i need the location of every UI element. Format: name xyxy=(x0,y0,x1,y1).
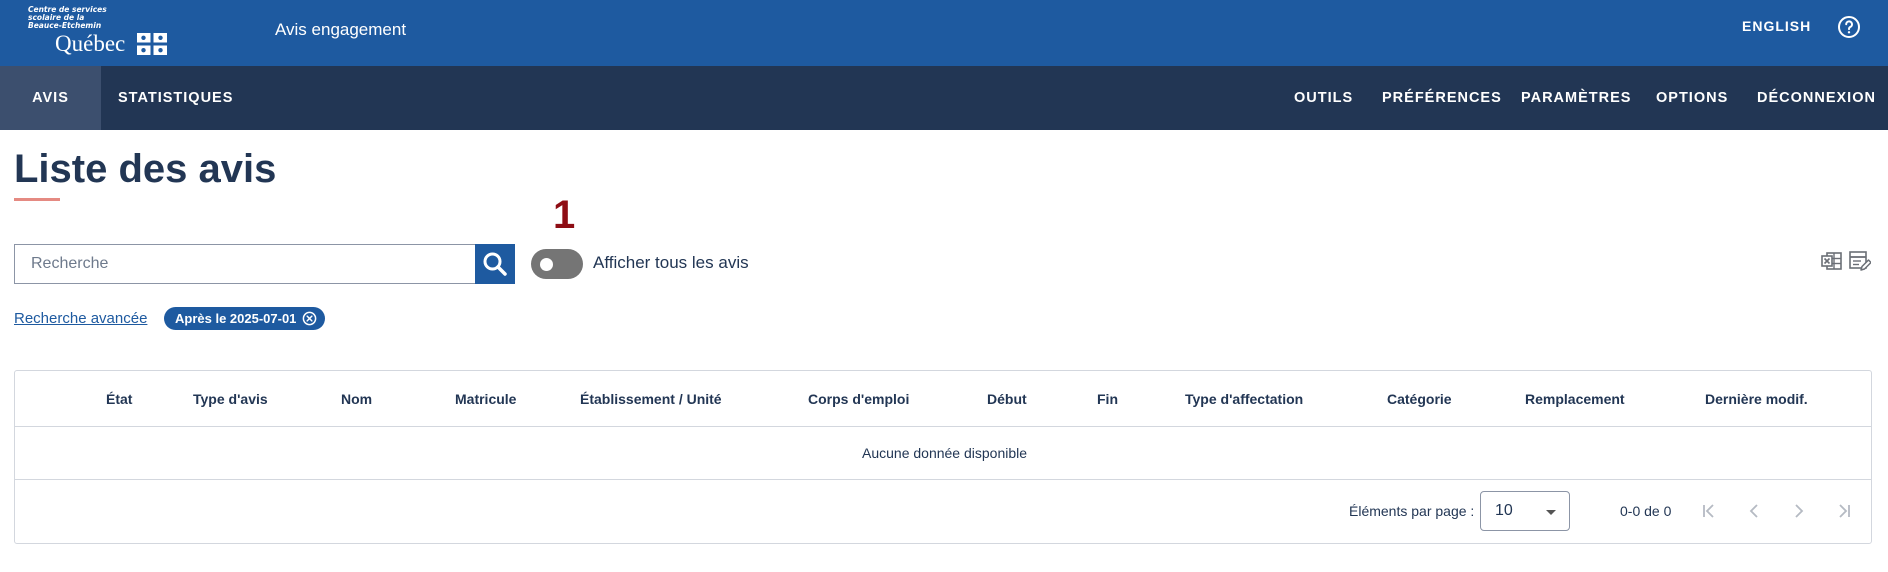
filter-chip: Après le 2025-07-01 xyxy=(164,307,326,330)
column-header-etablissement[interactable]: Établissement / Unité xyxy=(580,391,722,407)
close-circle-icon[interactable] xyxy=(302,311,317,326)
language-toggle-link[interactable]: ENGLISH xyxy=(1742,18,1811,34)
page-title: Liste des avis xyxy=(14,147,277,191)
nav-item-options[interactable]: OPTIONS xyxy=(1656,66,1728,130)
column-header-type-avis[interactable]: Type d'avis xyxy=(193,391,268,407)
column-header-corps-emploi[interactable]: Corps d'emploi xyxy=(808,391,909,407)
excel-export-icon[interactable] xyxy=(1821,250,1843,272)
nav-item-parametres[interactable]: PARAMÈTRES xyxy=(1521,66,1631,130)
edit-columns-icon[interactable] xyxy=(1849,250,1871,272)
step-marker: 1 xyxy=(553,193,576,237)
column-header-categorie[interactable]: Catégorie xyxy=(1387,391,1452,407)
per-page-label: Éléments par page : xyxy=(1349,503,1475,519)
filter-chip-label: Après le 2025-07-01 xyxy=(175,311,297,326)
first-page-icon[interactable] xyxy=(1698,500,1720,522)
page-range: 0-0 de 0 xyxy=(1620,503,1672,519)
title-underline xyxy=(14,198,60,201)
last-page-icon[interactable] xyxy=(1833,500,1855,522)
app-title: Avis engagement xyxy=(275,20,407,39)
column-header-debut[interactable]: Début xyxy=(987,391,1027,407)
quebec-logo[interactable]: Centre de services scolaire de la Beauce… xyxy=(28,6,178,60)
nav-item-preferences[interactable]: PRÉFÉRENCES xyxy=(1382,66,1502,130)
table-row: Aucune donnée disponible xyxy=(15,427,1871,480)
column-header-fin[interactable]: Fin xyxy=(1097,391,1118,407)
column-header-nom[interactable]: Nom xyxy=(341,391,372,407)
table-header: État Type d'avis Nom Matricule Établisse… xyxy=(15,371,1871,427)
column-header-type-affectation[interactable]: Type d'affectation xyxy=(1185,391,1303,407)
top-header: Centre de services scolaire de la Beauce… xyxy=(0,0,1888,66)
paginator: Éléments par page : 10 0-0 de 0 xyxy=(15,480,1871,544)
search-button[interactable] xyxy=(475,244,515,284)
column-header-matricule[interactable]: Matricule xyxy=(455,391,516,407)
per-page-select[interactable]: 10 xyxy=(1480,491,1570,531)
question-circle-icon[interactable] xyxy=(1837,15,1861,39)
column-header-derniere-modif[interactable]: Dernière modif. xyxy=(1705,391,1808,407)
column-header-etat[interactable]: État xyxy=(106,391,132,407)
chevron-down-icon xyxy=(1546,510,1556,515)
logo-quebec-text: Québec xyxy=(55,31,126,56)
previous-page-icon[interactable] xyxy=(1743,500,1765,522)
nav-item-deconnexion[interactable]: DÉCONNEXION xyxy=(1757,66,1876,130)
fleur-de-lys-flag-icon xyxy=(137,33,167,55)
show-all-toggle-label: Afficher tous les avis xyxy=(593,253,749,272)
show-all-toggle[interactable] xyxy=(531,249,583,279)
toggle-knob xyxy=(540,258,553,271)
empty-message: Aucune donnée disponible xyxy=(862,445,1028,461)
column-header-remplacement[interactable]: Remplacement xyxy=(1525,391,1625,407)
nav-item-avis[interactable]: AVIS xyxy=(0,66,101,130)
nav-item-outils[interactable]: OUTILS xyxy=(1294,66,1353,130)
search-input[interactable] xyxy=(14,244,476,284)
per-page-value: 10 xyxy=(1495,502,1513,519)
avis-table: État Type d'avis Nom Matricule Établisse… xyxy=(14,370,1872,544)
logo-org-name: Centre de services scolaire de la Beauce… xyxy=(28,5,107,30)
nav-item-statistiques[interactable]: STATISTIQUES xyxy=(118,66,233,130)
next-page-icon[interactable] xyxy=(1788,500,1810,522)
search-icon xyxy=(483,252,507,276)
advanced-search-link[interactable]: Recherche avancée xyxy=(14,310,147,327)
main-nav: AVIS STATISTIQUES OUTILS PRÉFÉRENCES PAR… xyxy=(0,66,1888,130)
